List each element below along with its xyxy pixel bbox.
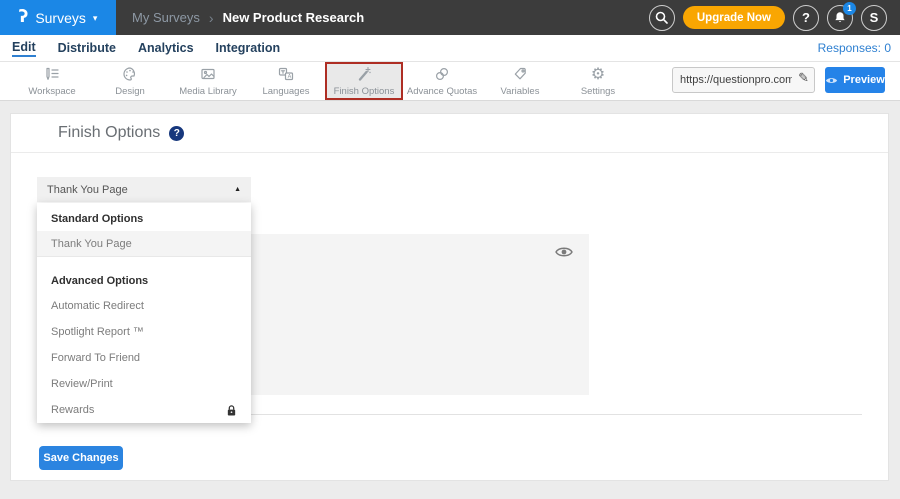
- eye-icon: [825, 76, 838, 85]
- menu-item-label: Thank You Page: [51, 231, 132, 257]
- finish-option-select[interactable]: Thank You Page ▲: [37, 177, 251, 202]
- toolbar-item-languages[interactable]: A Languages: [247, 62, 325, 100]
- toolbar-label: Settings: [581, 86, 615, 97]
- breadcrumb-survey-name: New Product Research: [223, 10, 365, 25]
- finish-option-dropdown-menu: Standard Options Thank You Page Advanced…: [37, 203, 251, 423]
- preview-eye-icon[interactable]: [555, 245, 573, 263]
- toolbar-label: Media Library: [179, 86, 237, 97]
- preview-button[interactable]: Preview: [825, 67, 885, 93]
- page-title: Finish Options: [58, 124, 160, 142]
- menu-item-forward-to-friend[interactable]: Forward To Friend: [37, 345, 251, 371]
- title-help-icon[interactable]: ?: [169, 126, 184, 141]
- toolbar-item-advance-quotas[interactable]: Advance Quotas: [403, 62, 481, 100]
- toolbar-item-variables[interactable]: Variables: [481, 62, 559, 100]
- toolbar-item-settings[interactable]: ⚙ Settings: [559, 62, 637, 100]
- menu-group-advanced: Advanced Options: [37, 269, 251, 293]
- header-actions: Upgrade Now ? 1 S: [649, 5, 900, 31]
- toolbar-label: Design: [115, 86, 145, 97]
- toolbar-item-design[interactable]: Design: [91, 62, 169, 100]
- menu-item-automatic-redirect[interactable]: Automatic Redirect: [37, 293, 251, 319]
- translate-icon: A: [278, 66, 294, 83]
- magic-wand-icon: [356, 66, 372, 83]
- card-title-row: Finish Options ?: [11, 114, 888, 153]
- avatar[interactable]: S: [861, 5, 887, 31]
- palette-icon: [122, 66, 138, 83]
- breadcrumb: My Surveys › New Product Research: [132, 10, 364, 26]
- notification-badge: 1: [843, 2, 856, 15]
- finish-options-card: Finish Options ? Thank You Page ▲ Standa…: [10, 113, 889, 481]
- nav-tab-distribute[interactable]: Distribute: [58, 41, 116, 56]
- responses-count[interactable]: Responses: 0: [818, 41, 891, 55]
- survey-url-input[interactable]: [672, 67, 815, 93]
- menu-group-standard: Standard Options: [37, 207, 251, 231]
- menu-item-rewards[interactable]: Rewards: [37, 397, 251, 423]
- question-mark-icon: ?: [802, 10, 810, 25]
- toolbar-label: Advance Quotas: [407, 86, 477, 97]
- chevron-down-icon: ▾: [93, 13, 98, 24]
- save-changes-button[interactable]: Save Changes: [39, 446, 123, 470]
- image-icon: [200, 66, 216, 83]
- menu-gap: [37, 257, 251, 269]
- app-window: ʔ Surveys ▾ My Surveys › New Product Res…: [0, 0, 900, 499]
- toolbar-label: Workspace: [28, 86, 75, 97]
- menu-item-label: Automatic Redirect: [51, 293, 144, 319]
- questionpro-logo-icon: ʔ: [19, 9, 29, 26]
- help-button[interactable]: ?: [793, 5, 819, 31]
- survey-nav: Edit Distribute Analytics Integration Re…: [0, 35, 900, 62]
- tag-icon: [512, 66, 528, 83]
- menu-item-label: Rewards: [51, 397, 94, 423]
- breadcrumb-my-surveys[interactable]: My Surveys: [132, 10, 200, 25]
- nav-tab-analytics[interactable]: Analytics: [138, 41, 194, 56]
- lock-icon: [226, 404, 237, 417]
- svg-text:A: A: [288, 74, 292, 80]
- notifications-button[interactable]: 1: [827, 5, 853, 31]
- menu-item-label: Review/Print: [51, 371, 113, 397]
- upgrade-now-button[interactable]: Upgrade Now: [683, 6, 785, 29]
- survey-url-field: ✎: [672, 67, 815, 93]
- toolbar-label: Variables: [501, 86, 540, 97]
- top-header: ʔ Surveys ▾ My Surveys › New Product Res…: [0, 0, 900, 35]
- toolbar-item-workspace[interactable]: Workspace: [13, 62, 91, 100]
- menu-item-thank-you-page[interactable]: Thank You Page: [37, 231, 251, 257]
- nav-tab-integration[interactable]: Integration: [216, 41, 281, 56]
- edit-url-pencil-icon[interactable]: ✎: [798, 71, 809, 86]
- chain-links-icon: [434, 66, 450, 83]
- menu-item-spotlight-report[interactable]: Spotlight Report ™: [37, 319, 251, 345]
- workspace-icon: [44, 66, 60, 83]
- breadcrumb-separator-icon: ›: [209, 10, 214, 26]
- toolbar-label: Finish Options: [334, 86, 395, 97]
- caret-up-icon: ▲: [234, 186, 241, 193]
- search-button[interactable]: [649, 5, 675, 31]
- toolbar-item-finish-options[interactable]: Finish Options: [325, 62, 403, 100]
- menu-item-label: Spotlight Report ™: [51, 319, 144, 345]
- toolbar-item-media-library[interactable]: Media Library: [169, 62, 247, 100]
- search-icon: [655, 11, 668, 24]
- preview-label: Preview: [843, 74, 885, 86]
- product-name: Surveys: [35, 10, 86, 26]
- product-switcher[interactable]: ʔ Surveys ▾: [0, 0, 116, 35]
- nav-tab-edit[interactable]: Edit: [12, 40, 36, 57]
- menu-item-review-print[interactable]: Review/Print: [37, 371, 251, 397]
- selected-option-label: Thank You Page: [47, 184, 128, 196]
- toolbar-label: Languages: [262, 86, 309, 97]
- gear-icon: ⚙: [591, 66, 605, 83]
- avatar-initial: S: [870, 10, 879, 25]
- menu-item-label: Forward To Friend: [51, 345, 140, 371]
